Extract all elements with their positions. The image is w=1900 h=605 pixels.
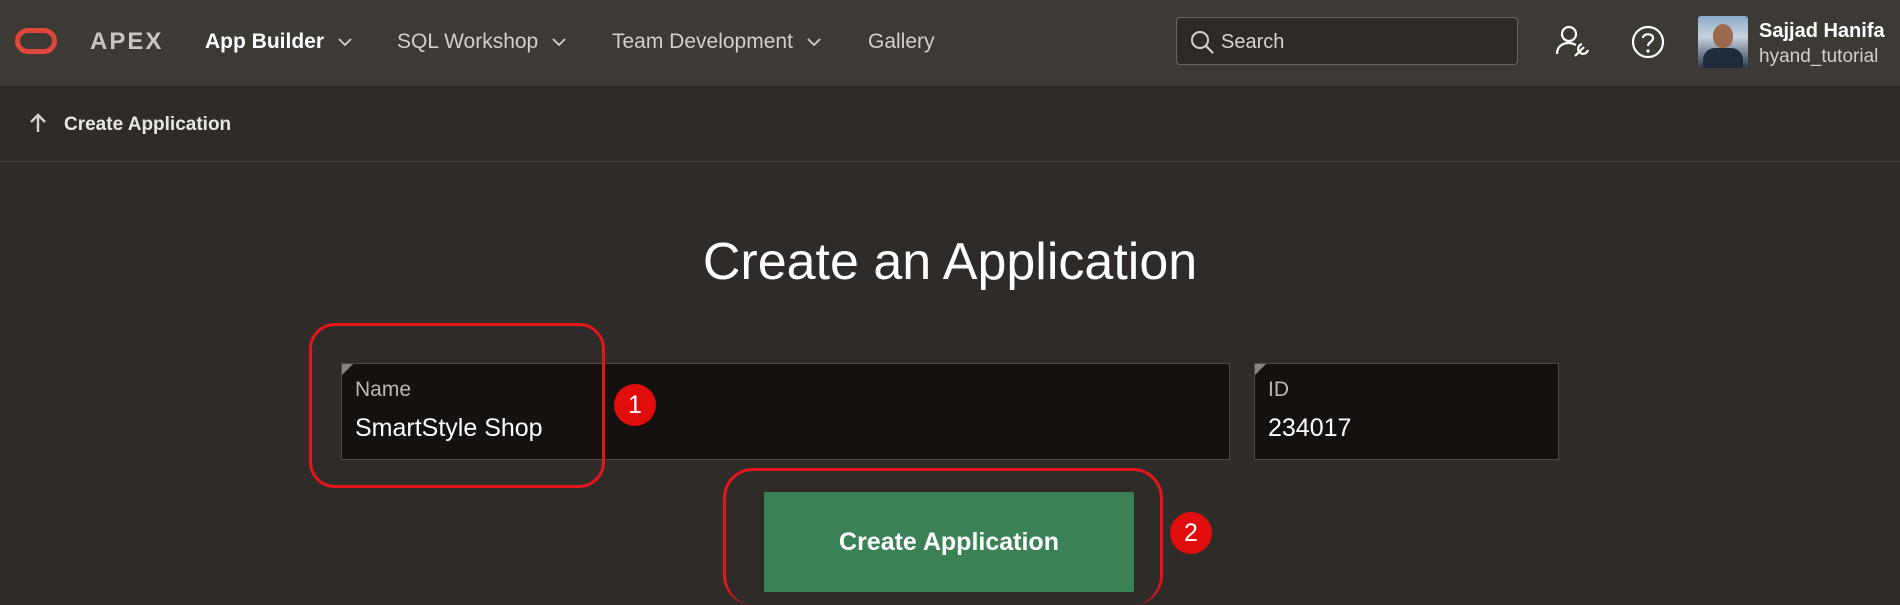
help-icon[interactable] bbox=[1628, 22, 1668, 62]
nav-app-builder-label: App Builder bbox=[205, 30, 324, 53]
administration-icon[interactable] bbox=[1554, 22, 1594, 62]
chevron-down-icon bbox=[552, 38, 566, 47]
user-name[interactable]: Sajjad Hanifa bbox=[1759, 20, 1885, 43]
chevron-down-icon bbox=[338, 38, 352, 47]
nav-team-development-label: Team Development bbox=[612, 30, 793, 53]
oracle-logo-icon[interactable] bbox=[15, 28, 57, 54]
up-arrow-icon[interactable] bbox=[28, 112, 48, 134]
nav-sql-workshop-label: SQL Workshop bbox=[397, 30, 539, 53]
search-box[interactable] bbox=[1176, 17, 1518, 65]
breadcrumb: Create Application bbox=[0, 86, 1900, 162]
breadcrumb-create-application: Create Application bbox=[64, 114, 232, 135]
required-indicator bbox=[1255, 364, 1266, 375]
id-label: ID bbox=[1268, 378, 1289, 401]
chevron-down-icon bbox=[807, 38, 821, 47]
nav-sql-workshop[interactable]: SQL Workshop bbox=[397, 30, 568, 54]
nav-gallery-label: Gallery bbox=[868, 30, 935, 53]
id-input[interactable]: 234017 bbox=[1268, 414, 1351, 443]
search-input[interactable] bbox=[1219, 26, 1503, 58]
page-title: Create an Application bbox=[702, 233, 1198, 291]
id-field[interactable]: ID 234017 bbox=[1254, 363, 1559, 460]
annotation-badge-2: 2 bbox=[1170, 512, 1212, 554]
annotation-highlight-1 bbox=[309, 323, 605, 488]
apex-brand[interactable]: APEX bbox=[90, 28, 163, 56]
nav-team-development[interactable]: Team Development bbox=[612, 30, 823, 54]
user-workspace: hyand_tutorial bbox=[1759, 46, 1879, 67]
nav-app-builder[interactable]: App Builder bbox=[205, 30, 354, 54]
top-navigation-bar: APEX App Builder SQL Workshop Team Devel… bbox=[0, 0, 1900, 86]
nav-gallery[interactable]: Gallery bbox=[868, 30, 935, 54]
annotation-highlight-2 bbox=[723, 468, 1163, 605]
avatar[interactable] bbox=[1698, 16, 1748, 68]
search-icon bbox=[1191, 31, 1214, 54]
annotation-badge-1: 1 bbox=[614, 384, 656, 426]
